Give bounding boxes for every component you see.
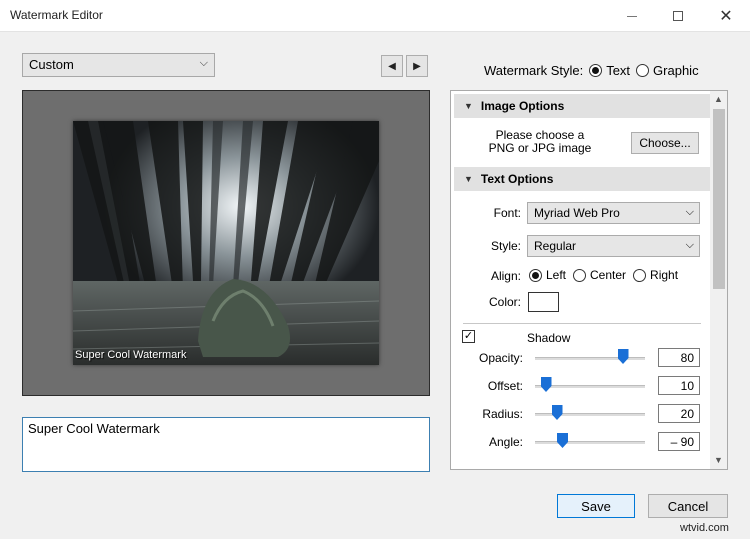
choose-button[interactable]: Choose... xyxy=(631,132,699,154)
maximize-icon xyxy=(673,11,683,21)
style-value: Regular xyxy=(534,239,577,253)
image-options-header[interactable]: ▼ Image Options xyxy=(454,94,710,118)
preset-dropdown[interactable]: Custom ⌵ xyxy=(22,53,215,77)
radius-slider-thumb[interactable] xyxy=(551,405,563,420)
radius-label: Radius: xyxy=(482,407,523,421)
maximize-button[interactable] xyxy=(656,0,700,32)
triangle-down-icon: ▼ xyxy=(464,101,473,111)
align-center-label: Center xyxy=(590,268,627,282)
preview-photo: Super Cool Watermark xyxy=(73,121,379,365)
radio-unselected-icon xyxy=(636,64,650,77)
forest-image xyxy=(73,121,379,365)
style-text-radio[interactable]: Text xyxy=(589,63,630,78)
chevron-down-icon: ⌵ xyxy=(685,206,694,218)
radio-unselected-icon xyxy=(633,268,647,282)
radio-selected-icon xyxy=(529,268,542,282)
angle-slider-thumb[interactable] xyxy=(557,433,568,448)
angle-slider[interactable] xyxy=(535,441,645,444)
scroll-up-icon[interactable]: ▲ xyxy=(714,94,723,104)
minimize-icon xyxy=(627,15,637,17)
divider xyxy=(463,323,701,324)
preset-value: Custom xyxy=(29,57,74,72)
radio-selected-icon xyxy=(589,64,603,77)
opacity-label: Opacity: xyxy=(478,351,523,365)
image-options-title: Image Options xyxy=(480,99,565,113)
shadow-checkbox[interactable]: ✓ xyxy=(462,330,475,343)
save-button[interactable]: Save xyxy=(557,494,635,518)
next-image-button[interactable]: ▶ xyxy=(406,55,428,77)
chevron-down-icon: ⌵ xyxy=(199,57,208,69)
watermark-text-input[interactable]: Super Cool Watermark xyxy=(22,417,430,472)
options-panel: ▼ Image Options Please choose a PNG or J… xyxy=(450,90,728,470)
style-label: Style: xyxy=(490,239,521,253)
offset-label: Offset: xyxy=(487,379,523,393)
font-value: Myriad Web Pro xyxy=(534,206,620,220)
close-button[interactable]: ✕ xyxy=(704,0,748,32)
font-dropdown[interactable]: Myriad Web Pro ⌵ xyxy=(527,202,700,224)
minimize-button[interactable] xyxy=(610,0,654,32)
previous-image-button[interactable]: ◀ xyxy=(381,55,403,77)
title-bar: Watermark Editor ✕ xyxy=(0,0,750,32)
text-options-title: Text Options xyxy=(480,172,554,186)
align-center-radio[interactable]: Center xyxy=(573,268,626,282)
text-options-header[interactable]: ▼ Text Options xyxy=(454,167,710,191)
angle-value[interactable]: – 90 xyxy=(658,432,700,451)
align-right-radio[interactable]: Right xyxy=(633,268,678,282)
scrollbar-thumb[interactable] xyxy=(713,109,725,289)
style-text-label: Text xyxy=(606,63,631,78)
align-radio-group: Left Center Right xyxy=(529,268,685,282)
chevron-down-icon: ⌵ xyxy=(685,239,694,251)
style-graphic-label: Graphic xyxy=(653,63,699,78)
watermark-style-group: Watermark Style: Text Graphic xyxy=(484,63,705,78)
align-left-radio[interactable]: Left xyxy=(529,268,566,282)
font-label: Font: xyxy=(493,206,521,220)
preview-pane: Super Cool Watermark xyxy=(22,90,430,396)
radio-unselected-icon xyxy=(573,268,587,282)
offset-value[interactable]: 10 xyxy=(658,376,700,395)
choose-image-message: Please choose a PNG or JPG image xyxy=(488,128,592,155)
radius-value[interactable]: 20 xyxy=(658,404,700,423)
align-left-label: Left xyxy=(546,268,567,282)
site-watermark: wtvid.com xyxy=(680,522,729,534)
offset-slider[interactable] xyxy=(535,385,645,388)
shadow-label: Shadow xyxy=(527,331,571,345)
panel-scrollbar[interactable]: ▲ ▼ xyxy=(710,91,727,469)
scroll-down-icon[interactable]: ▼ xyxy=(714,455,723,465)
align-label: Align: xyxy=(490,269,521,283)
window-title: Watermark Editor xyxy=(10,8,103,22)
style-dropdown[interactable]: Regular ⌵ xyxy=(527,235,700,257)
triangle-down-icon: ▼ xyxy=(464,174,473,184)
opacity-slider[interactable] xyxy=(535,357,645,360)
watermark-style-label: Watermark Style: xyxy=(484,63,584,78)
triangle-right-icon: ▶ xyxy=(413,60,421,72)
cancel-button[interactable]: Cancel xyxy=(648,494,728,518)
triangle-left-icon: ◀ xyxy=(388,60,396,72)
style-graphic-radio[interactable]: Graphic xyxy=(636,63,699,78)
opacity-value[interactable]: 80 xyxy=(658,348,700,367)
preview-watermark-text: Super Cool Watermark xyxy=(75,349,187,361)
angle-label: Angle: xyxy=(488,435,523,449)
color-swatch[interactable] xyxy=(528,292,559,312)
opacity-slider-thumb[interactable] xyxy=(617,349,629,364)
offset-slider-thumb[interactable] xyxy=(540,377,552,392)
align-right-label: Right xyxy=(650,268,679,282)
color-label: Color: xyxy=(488,295,521,309)
close-icon: ✕ xyxy=(719,8,733,25)
